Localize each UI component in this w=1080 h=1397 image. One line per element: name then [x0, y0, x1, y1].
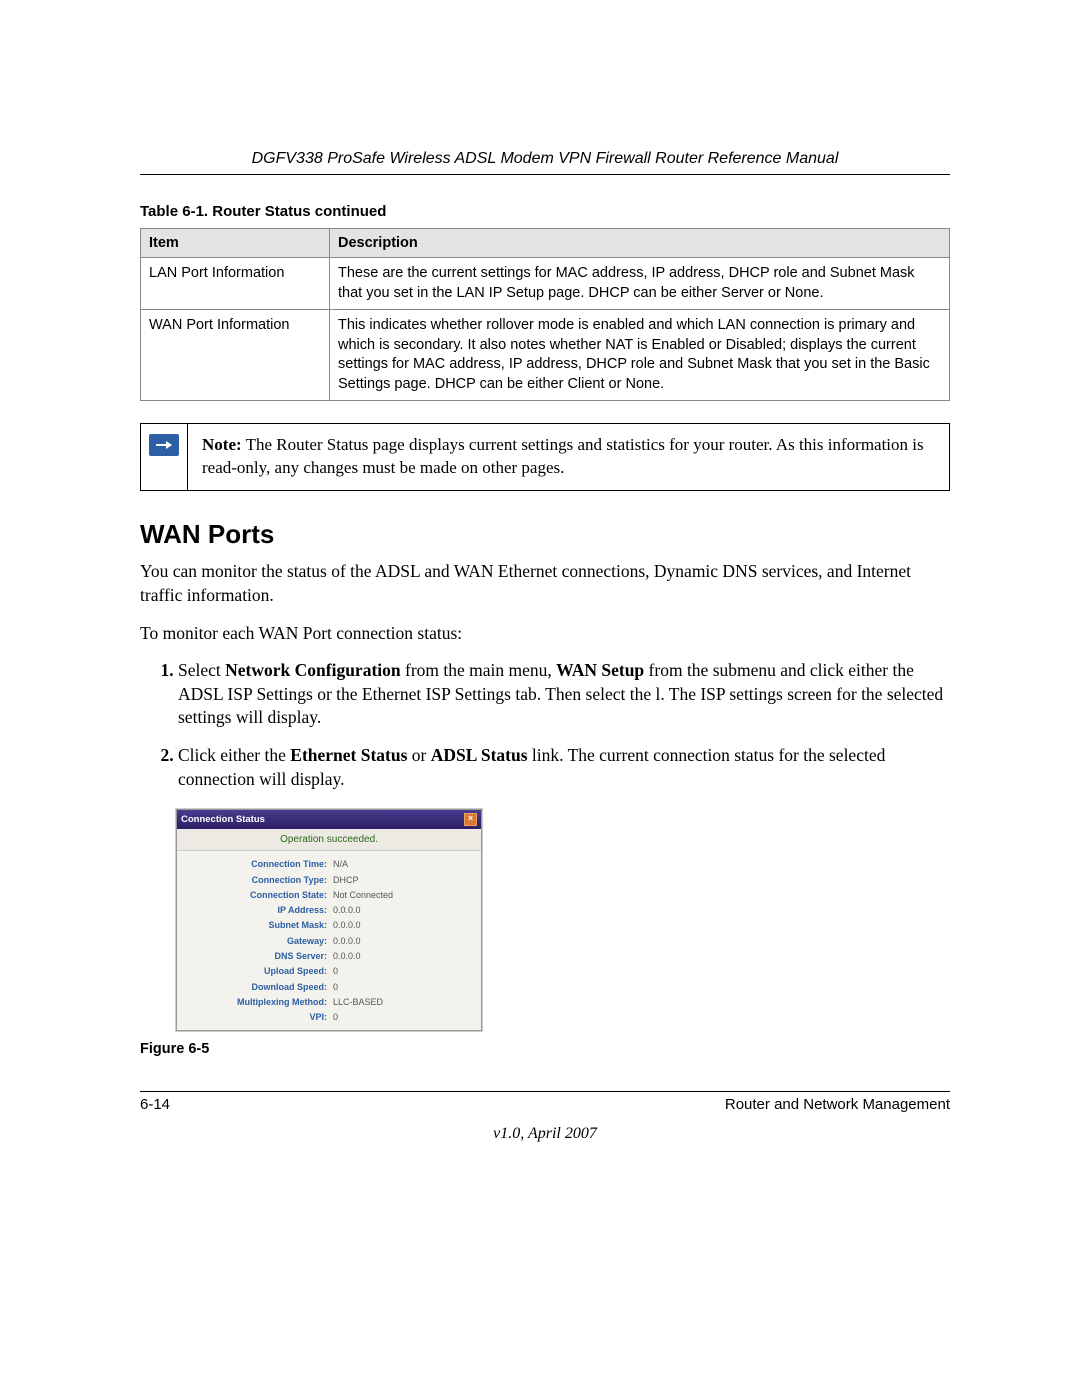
conn-value: 0.0.0.0 [333, 918, 361, 933]
conn-value: 0 [333, 964, 338, 979]
conn-row: Connection Time:N/A [177, 857, 481, 872]
conn-value: Not Connected [333, 888, 393, 903]
step-text: from the main menu, [401, 660, 557, 680]
conn-value: 0 [333, 980, 338, 995]
conn-row: Subnet Mask:0.0.0.0 [177, 918, 481, 933]
conn-value: 0.0.0.0 [333, 949, 361, 964]
row-item: LAN Port Information [141, 258, 330, 310]
conn-row: Upload Speed:0 [177, 964, 481, 979]
conn-label: DNS Server: [177, 949, 333, 964]
row-item: WAN Port Information [141, 310, 330, 401]
conn-label: Gateway: [177, 934, 333, 949]
page-number: 6-14 [140, 1096, 170, 1113]
conn-value: 0.0.0.0 [333, 903, 361, 918]
running-header: DGFV338 ProSafe Wireless ADSL Modem VPN … [140, 150, 950, 168]
conn-label: Subnet Mask: [177, 918, 333, 933]
paragraph: To monitor each WAN Port connection stat… [140, 622, 950, 646]
conn-label: Connection Type: [177, 873, 333, 888]
conn-value: DHCP [333, 873, 359, 888]
note-text: Note: The Router Status page displays cu… [188, 424, 949, 490]
arrow-right-icon [149, 434, 179, 456]
window-title: Connection Status [181, 814, 265, 825]
conn-label: Connection State: [177, 888, 333, 903]
step-bold: WAN Setup [556, 660, 644, 680]
col-description: Description [330, 229, 950, 258]
page-footer: 6-14 Router and Network Management [140, 1096, 950, 1113]
window-titlebar: Connection Status × [177, 810, 481, 829]
list-item: Select Network Configuration from the ma… [178, 659, 950, 730]
row-desc: These are the current settings for MAC a… [330, 258, 950, 310]
conn-label: IP Address: [177, 903, 333, 918]
conn-value: 0.0.0.0 [333, 934, 361, 949]
connection-body: Connection Time:N/A Connection Type:DHCP… [177, 851, 481, 1029]
conn-label: VPI: [177, 1010, 333, 1025]
note-block: Note: The Router Status page displays cu… [140, 423, 950, 491]
note-icon-cell [141, 424, 188, 490]
conn-row: Multiplexing Method:LLC-BASED [177, 995, 481, 1010]
router-status-table: Item Description LAN Port Information Th… [140, 228, 950, 401]
conn-label: Connection Time: [177, 857, 333, 872]
table-row: LAN Port Information These are the curre… [141, 258, 950, 310]
col-item: Item [141, 229, 330, 258]
step-bold: ADSL Status [431, 745, 528, 765]
close-icon[interactable]: × [464, 813, 477, 826]
note-label: Note: [202, 435, 242, 454]
connection-status-window: Connection Status × Operation succeeded.… [176, 809, 482, 1030]
note-body: The Router Status page displays current … [202, 435, 924, 477]
table-row: WAN Port Information This indicates whet… [141, 310, 950, 401]
step-text: Click either the [178, 745, 290, 765]
section-heading: WAN Ports [140, 519, 950, 550]
step-text: Select [178, 660, 225, 680]
conn-row: Download Speed:0 [177, 980, 481, 995]
footer-rule [140, 1091, 950, 1092]
table-caption: Table 6-1. Router Status continued [140, 203, 950, 220]
step-bold: Network Configuration [225, 660, 400, 680]
step-list: Select Network Configuration from the ma… [140, 659, 950, 791]
conn-row: Gateway:0.0.0.0 [177, 934, 481, 949]
paragraph: You can monitor the status of the ADSL a… [140, 560, 950, 607]
conn-row: Connection State:Not Connected [177, 888, 481, 903]
figure-caption: Figure 6-5 [140, 1041, 950, 1057]
doc-version: v1.0, April 2007 [140, 1125, 950, 1143]
operation-status: Operation succeeded. [177, 829, 481, 851]
step-bold: Ethernet Status [290, 745, 407, 765]
conn-label: Upload Speed: [177, 964, 333, 979]
list-item: Click either the Ethernet Status or ADSL… [178, 744, 950, 791]
conn-label: Multiplexing Method: [177, 995, 333, 1010]
conn-row: VPI:0 [177, 1010, 481, 1025]
conn-row: Connection Type:DHCP [177, 873, 481, 888]
conn-label: Download Speed: [177, 980, 333, 995]
conn-value: N/A [333, 857, 348, 872]
conn-value: 0 [333, 1010, 338, 1025]
conn-value: LLC-BASED [333, 995, 383, 1010]
chapter-name: Router and Network Management [725, 1096, 950, 1113]
row-desc: This indicates whether rollover mode is … [330, 310, 950, 401]
conn-row: IP Address:0.0.0.0 [177, 903, 481, 918]
header-rule [140, 174, 950, 175]
conn-row: DNS Server:0.0.0.0 [177, 949, 481, 964]
step-text: or [407, 745, 430, 765]
